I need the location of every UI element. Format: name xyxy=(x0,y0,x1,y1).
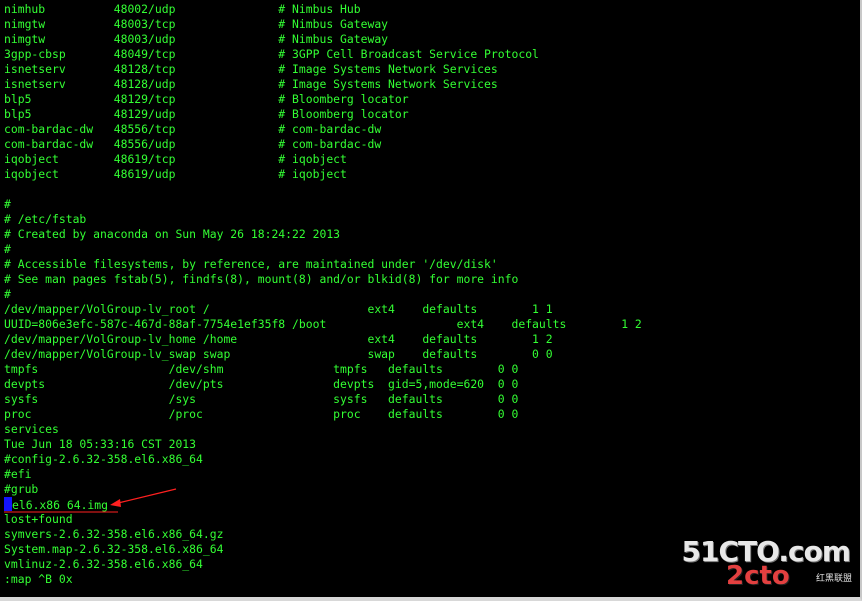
annotation-arrow xyxy=(4,488,177,513)
watermark-logo: 51CTO.com 2cto 红黑联盟 xyxy=(682,535,854,591)
terminal-window[interactable]: nimhub 48002/udp # Nimbus Hub nimgtw 4800… xyxy=(0,0,862,601)
watermark-cn-text: 红黑联盟 xyxy=(815,574,852,584)
annotation-arrow-line xyxy=(113,488,177,505)
annotation-arrow-head xyxy=(110,499,121,507)
watermark-second-text: 2cto xyxy=(726,561,790,591)
